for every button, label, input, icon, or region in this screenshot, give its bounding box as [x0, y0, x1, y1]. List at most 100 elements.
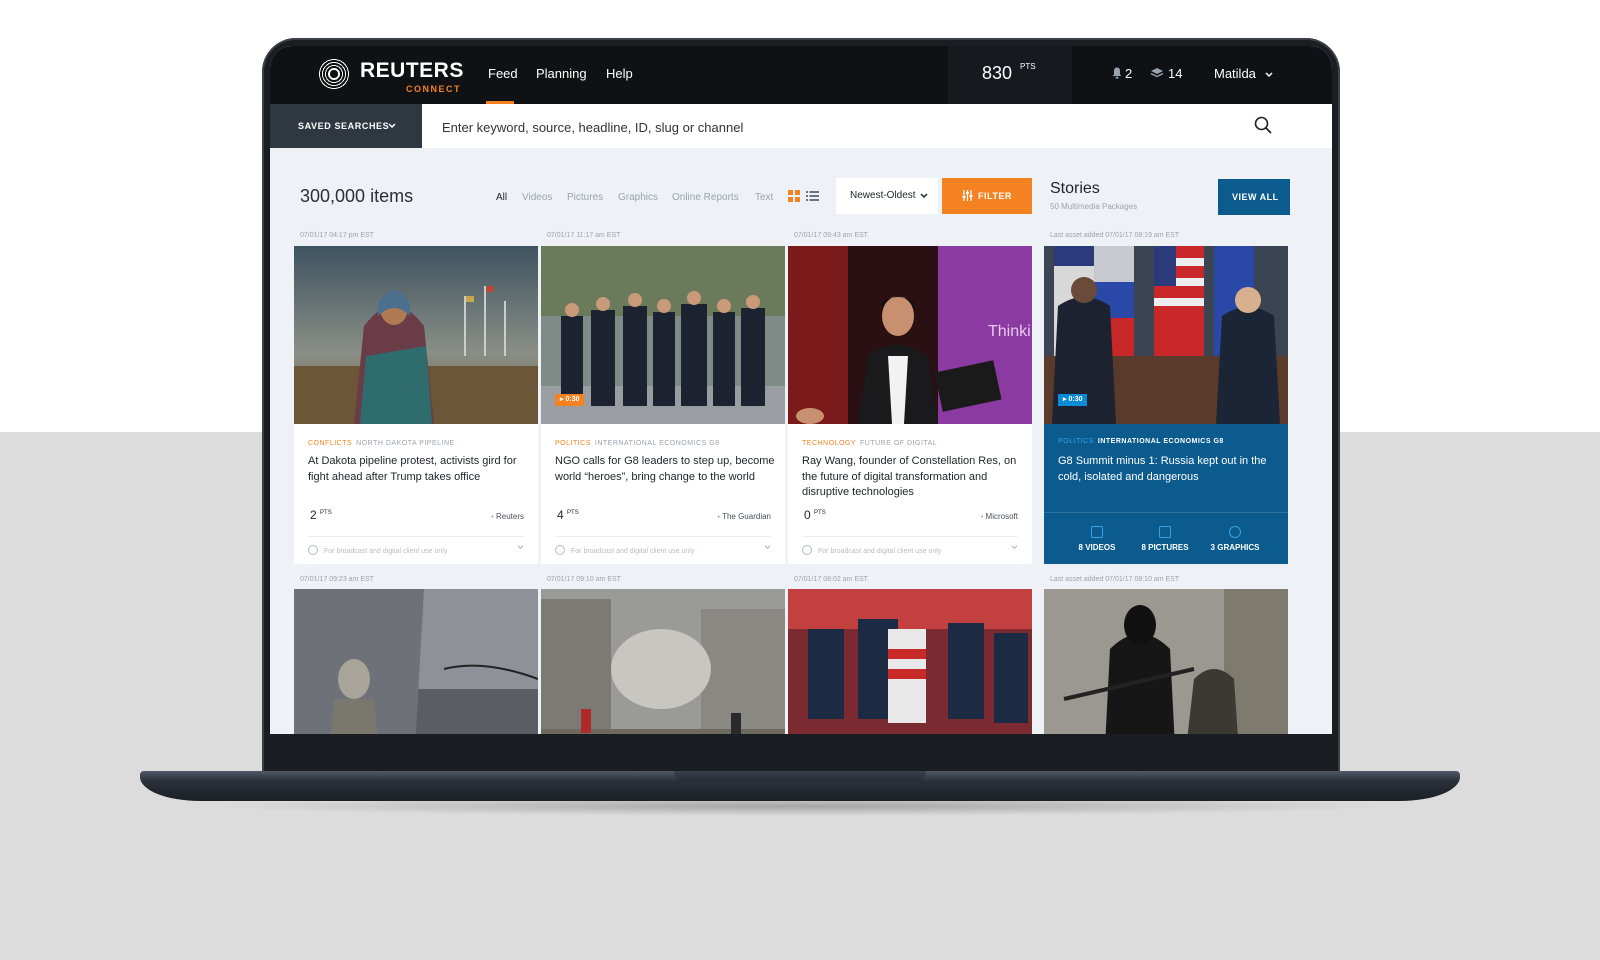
license-icon — [802, 545, 812, 555]
card-thumbnail[interactable]: ▸ 0:30 — [541, 246, 785, 424]
saved-searches-dropdown[interactable]: SAVED SEARCHES — [270, 104, 422, 148]
card-source: • Microsoft — [980, 512, 1018, 521]
card-thumbnail[interactable] — [788, 589, 1032, 742]
picture-icon — [1159, 526, 1171, 538]
filter-tab-pictures[interactable]: Pictures — [567, 192, 603, 203]
chevron-down-icon — [1265, 72, 1273, 78]
news-card[interactable] — [541, 589, 785, 742]
reuters-logo-icon[interactable] — [318, 58, 350, 90]
license-icon — [555, 545, 565, 555]
news-card[interactable]: ▸ 0:30 POLITICS INTERNATIONAL ECONOMICS G… — [541, 246, 785, 564]
news-card[interactable]: Thinki TECHNOLOGY FUTURE OF DIGITAL Ray W… — [788, 246, 1032, 564]
card-source-name: The Guardian — [722, 512, 771, 521]
card-topic[interactable]: FUTURE OF DIGITAL — [860, 440, 937, 447]
card-headline[interactable]: At Dakota pipeline protest, activists gi… — [308, 454, 532, 485]
story-headline[interactable]: G8 Summit minus 1: Russia kept out in th… — [1058, 454, 1282, 485]
card-tags: POLITICS INTERNATIONAL ECONOMICS G8 — [555, 440, 720, 447]
nav-help[interactable]: Help — [606, 66, 633, 81]
story-topic[interactable]: INTERNATIONAL ECONOMICS G8 — [1098, 438, 1224, 445]
card-license[interactable]: For broadcast and digital client use onl… — [802, 536, 1018, 555]
layers-button[interactable]: 14 — [1150, 66, 1182, 81]
top-nav: REUTERS CONNECT Feed Planning Help 830 P… — [270, 46, 1332, 104]
chevron-down-icon[interactable] — [764, 545, 771, 550]
grid-view-icon[interactable] — [788, 190, 800, 202]
list-view-icon[interactable] — [806, 190, 819, 202]
card-timestamp: 07/01/17 09:43 am EST — [794, 232, 868, 239]
svg-text:Thinki: Thinki — [988, 323, 1031, 340]
story-timestamp: Last asset added 07/01/17 08:19 am EST — [1050, 232, 1180, 239]
chevron-down-icon[interactable] — [517, 545, 524, 550]
story-card[interactable]: ▸ 0:30 POLITICS INTERNATIONAL ECONOMICS G… — [1044, 246, 1288, 564]
card-thumbnail[interactable] — [1044, 589, 1288, 742]
results-count: 300,000 items — [300, 186, 414, 206]
story-pictures-label: 8 PICTURES — [1141, 543, 1189, 552]
story-category[interactable]: POLITICS — [1058, 438, 1094, 445]
filter-tab-text[interactable]: Text — [755, 192, 773, 203]
card-source: • The Guardian — [717, 512, 771, 521]
card-points: 0 PTS — [804, 508, 826, 522]
story-graphics-link[interactable]: 3 GRAPHICS — [1200, 526, 1270, 552]
card-thumbnail[interactable] — [541, 589, 785, 742]
brand-name: REUTERS — [360, 59, 464, 82]
card-category[interactable]: CONFLICTS — [308, 440, 352, 447]
card-timestamp: 07/01/17 04:17 pm EST — [300, 232, 374, 239]
filter-tab-online-reports[interactable]: Online Reports — [672, 192, 739, 203]
filter-tab-videos[interactable]: Videos — [522, 192, 552, 203]
filter-tab-graphics[interactable]: Graphics — [618, 192, 658, 203]
card-topic[interactable]: INTERNATIONAL ECONOMICS G8 — [595, 440, 720, 447]
news-card[interactable]: CONFLICTS NORTH DAKOTA PIPELINE At Dakota… — [294, 246, 538, 564]
card-headline[interactable]: NGO calls for G8 leaders to step up, bec… — [555, 454, 779, 485]
story-thumbnail[interactable]: ▸ 0:30 — [1044, 246, 1288, 424]
news-card[interactable] — [1044, 589, 1288, 742]
news-card[interactable] — [788, 589, 1032, 742]
layers-count: 14 — [1168, 66, 1183, 81]
news-card[interactable] — [294, 589, 538, 742]
card-thumbnail[interactable] — [294, 589, 538, 742]
card-license[interactable]: For broadcast and digital client use onl… — [555, 536, 771, 555]
screen-bezel — [270, 734, 1332, 742]
sort-dropdown[interactable]: Newest-Oldest — [836, 178, 938, 214]
card-source-name: Microsoft — [985, 512, 1018, 521]
story-timestamp: Last asset added 07/01/17 08:10 am EST — [1050, 576, 1180, 583]
pie-chart-icon — [1229, 526, 1241, 538]
points-unit: PTS — [1020, 62, 1036, 71]
notifications-button[interactable]: 2 — [1112, 66, 1132, 81]
card-points-value: 2 — [310, 508, 317, 522]
card-tags: CONFLICTS NORTH DAKOTA PIPELINE — [308, 440, 455, 447]
stories-subtitle: 50 Multimedia Packages — [1050, 202, 1138, 211]
nav-planning[interactable]: Planning — [536, 66, 587, 81]
search-input[interactable] — [440, 114, 1224, 140]
user-menu[interactable]: Matilda — [1214, 66, 1273, 81]
search-bar: SAVED SEARCHES — [270, 104, 1332, 148]
nav-feed[interactable]: Feed — [488, 66, 518, 81]
card-thumbnail[interactable]: Thinki — [788, 246, 1032, 424]
points-value: 830 — [982, 63, 1013, 83]
laptop-notch — [674, 771, 926, 781]
brand-sub: CONNECT — [406, 84, 461, 94]
filter-label: FILTER — [978, 191, 1012, 201]
card-topic[interactable]: NORTH DAKOTA PIPELINE — [356, 440, 455, 447]
card-headline[interactable]: Ray Wang, founder of Constellation Res, … — [802, 454, 1026, 501]
video-icon — [1091, 526, 1103, 538]
story-pictures-link[interactable]: 8 PICTURES — [1130, 526, 1200, 552]
search-icon[interactable] — [1254, 116, 1272, 134]
points-display[interactable]: 830 PTS — [948, 46, 1072, 104]
story-videos-label: 8 VIDEOS — [1078, 543, 1116, 552]
video-duration-text: 0:30 — [565, 396, 580, 403]
card-timestamp: 07/01/17 09:10 am EST — [547, 576, 621, 583]
card-category[interactable]: POLITICS — [555, 440, 591, 447]
filter-tab-all[interactable]: All — [496, 192, 507, 203]
card-thumbnail[interactable] — [294, 246, 538, 424]
user-name: Matilda — [1214, 66, 1256, 81]
card-points-value: 0 — [804, 508, 811, 522]
video-duration: ▸ 0:30 — [555, 394, 585, 406]
view-all-button[interactable]: VIEW ALL — [1218, 179, 1290, 215]
card-license[interactable]: For broadcast and digital client use onl… — [308, 536, 524, 555]
card-license-text: For broadcast and digital client use onl… — [571, 548, 695, 555]
story-videos-link[interactable]: 8 VIDEOS — [1062, 526, 1132, 552]
filter-button[interactable]: FILTER — [942, 178, 1032, 214]
chevron-down-icon[interactable] — [1011, 545, 1018, 550]
chevron-down-icon — [388, 123, 396, 129]
card-category[interactable]: TECHNOLOGY — [802, 440, 856, 447]
view-all-label: VIEW ALL — [1232, 192, 1279, 202]
